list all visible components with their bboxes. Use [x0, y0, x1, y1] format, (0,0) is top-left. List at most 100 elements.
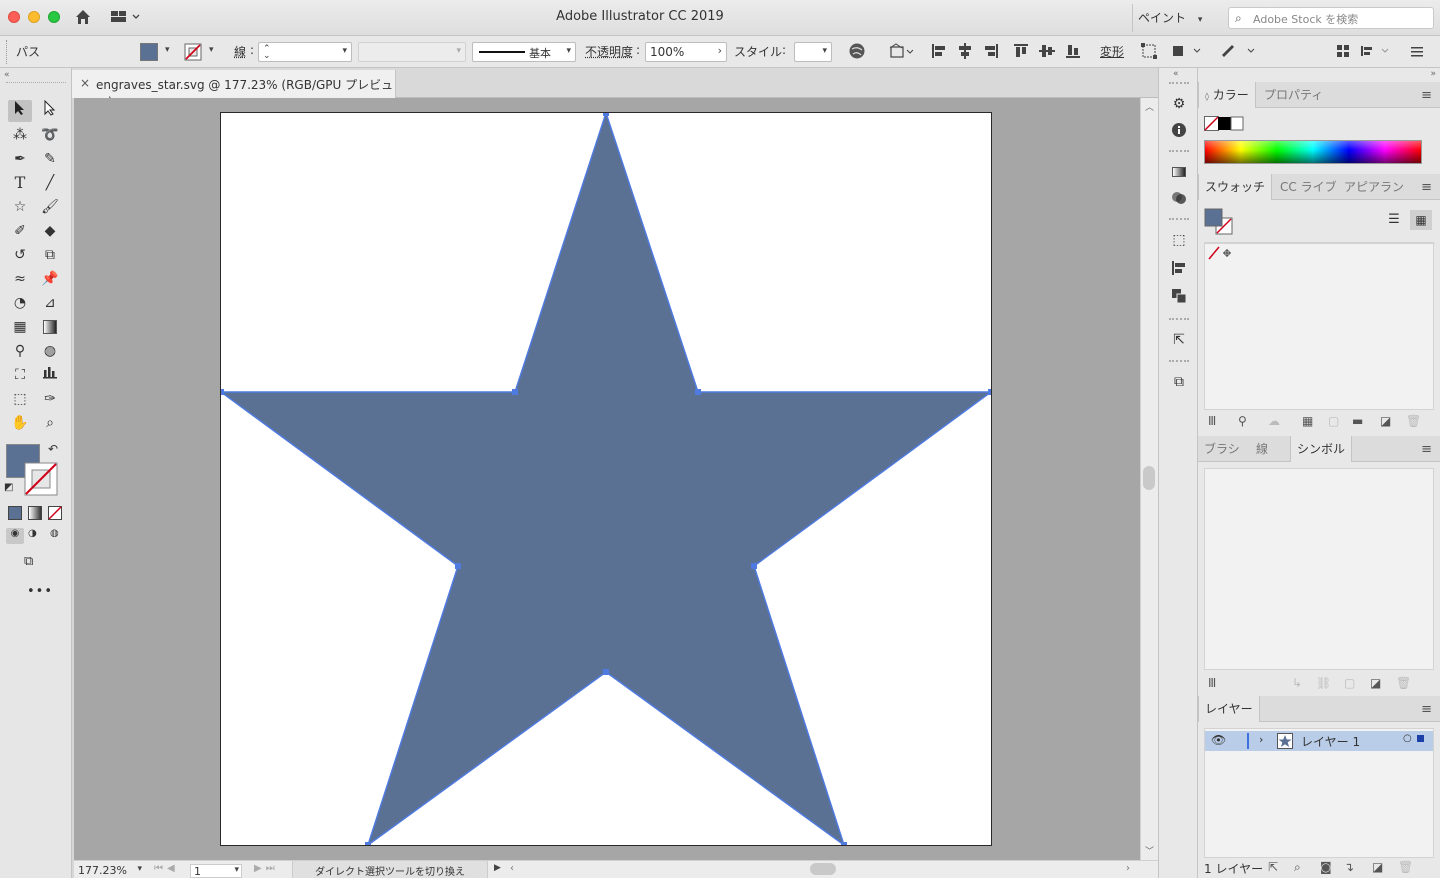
stroke-weight-field[interactable]: ⌃ ⌄ ▾ — [258, 42, 352, 62]
star-tool-icon[interactable]: ☆ — [8, 196, 32, 218]
edit-toolbar-icon[interactable]: ••• — [27, 584, 53, 599]
variable-width-dropdown[interactable]: ▾ — [358, 42, 466, 62]
close-icon[interactable]: × — [80, 76, 90, 90]
color-spectrum[interactable] — [1204, 140, 1422, 164]
eye-icon[interactable]: 👁 — [1211, 733, 1226, 747]
star-path[interactable] — [221, 113, 991, 845]
default-fill-stroke-icon[interactable]: ◩ — [4, 482, 13, 493]
align-bottom-icon[interactable] — [1062, 42, 1084, 62]
blend-icon[interactable]: ◍ — [38, 340, 62, 362]
symbol-options-icon[interactable]: ▢ — [1344, 676, 1355, 690]
stock-search-input[interactable]: ⌕ Adobe Stock を検索 — [1228, 7, 1434, 29]
lasso-icon[interactable]: ➰ — [38, 124, 62, 146]
new-symbol-icon[interactable]: ◪ — [1370, 676, 1381, 690]
gear-icon[interactable]: ⚙ — [1169, 94, 1189, 114]
scroll-up-icon[interactable]: ︿ — [1145, 100, 1154, 113]
color-mode-icon[interactable] — [8, 506, 22, 520]
trash-icon[interactable]: 🗑 — [1406, 414, 1421, 428]
selection-tool-icon[interactable] — [8, 100, 32, 122]
swatch-libraries-icon[interactable]: Ⅲ — [1208, 414, 1216, 428]
grip-handle[interactable] — [1169, 218, 1189, 220]
align-panel-icon[interactable] — [1169, 260, 1189, 280]
envelope-distort-icon[interactable] — [1170, 42, 1204, 62]
new-sublayer-icon[interactable]: ↴ — [1344, 860, 1354, 874]
symbol-libraries-icon[interactable]: Ⅲ — [1208, 676, 1216, 690]
vertical-scroll-thumb[interactable] — [1143, 466, 1155, 490]
zoom-dropdown[interactable]: 177.23% ▾ — [78, 864, 144, 878]
isolate-icon[interactable] — [1138, 42, 1160, 62]
status-info[interactable]: ダイレクト選択ツールを切り換え — [292, 861, 488, 878]
list-view-icon[interactable]: ☰ — [1384, 210, 1404, 230]
vertical-scrollbar[interactable]: ︿ ﹀ — [1140, 98, 1158, 860]
tab-symbols[interactable]: シンボル — [1290, 436, 1353, 462]
status-menu-icon[interactable]: ▶ — [494, 863, 501, 873]
color-group-icon[interactable]: ▢ — [1328, 414, 1339, 428]
grip-handle[interactable] — [1169, 318, 1189, 320]
menu-icon[interactable]: ≡ — [1421, 88, 1432, 103]
draw-inside-icon[interactable]: ◍ — [50, 528, 59, 539]
tab-stroke[interactable]: 線 — [1250, 436, 1274, 462]
layer-name[interactable]: レイヤー 1 — [1301, 733, 1360, 750]
scroll-down-icon[interactable]: ﹀ — [1145, 844, 1154, 857]
chevron-right-icon[interactable]: › — [1259, 733, 1263, 746]
star-artwork[interactable] — [221, 113, 991, 845]
grid-view-icon[interactable]: ▦ — [1410, 210, 1432, 230]
layer-row[interactable]: 👁 › レイヤー 1 ○ — [1205, 731, 1433, 751]
stroke-label[interactable]: 線 — [234, 43, 246, 60]
target-icon[interactable]: ○ — [1403, 733, 1412, 744]
collapse-panel-icon[interactable]: « — [4, 70, 10, 80]
width-tool-icon[interactable]: ≈ — [8, 268, 32, 290]
zoom-window-button[interactable] — [48, 11, 60, 23]
collect-export-icon[interactable]: ⇱ — [1268, 860, 1278, 874]
direct-selection-icon[interactable] — [38, 99, 62, 122]
document-setup-icon[interactable] — [888, 42, 916, 62]
expand-panels-icon[interactable]: » — [1430, 69, 1436, 79]
align-left-icon[interactable] — [928, 42, 950, 62]
minimize-window-button[interactable] — [28, 11, 40, 23]
artboard-icon[interactable]: ⬚ — [8, 388, 32, 410]
hand-icon[interactable]: ✋ — [8, 412, 32, 434]
home-icon[interactable] — [74, 8, 92, 26]
align-center-vertical-icon[interactable] — [1036, 42, 1058, 62]
paintbrush-icon[interactable]: 🖌 — [38, 196, 62, 218]
perspective-grid-icon[interactable]: ⊿ — [38, 292, 62, 314]
show-kinds-icon[interactable]: ⚲ — [1238, 414, 1247, 428]
workspace-switcher[interactable]: ペイント ▾ — [1138, 9, 1202, 26]
artboard-next-last-icons[interactable]: ▶⏭ — [254, 863, 279, 874]
workspace-grid-icon[interactable] — [110, 9, 140, 25]
tab-appearance[interactable]: アピアラン — [1338, 174, 1410, 200]
recolor-globe-icon[interactable] — [846, 42, 868, 62]
puppet-warp-icon[interactable] — [1218, 42, 1258, 62]
brush-profile-dropdown[interactable]: 基本 ▾ — [472, 42, 576, 62]
line-segment-icon[interactable]: ╱ — [38, 172, 62, 194]
stroke-color-picker[interactable]: ▾ — [184, 43, 222, 61]
grip-handle[interactable] — [6, 82, 66, 84]
screen-mode-icon[interactable]: ⧉ — [24, 554, 33, 569]
shape-builder-icon[interactable]: ◔ — [8, 292, 32, 314]
opacity-field[interactable]: 100% › — [645, 42, 727, 62]
transform-panel-icon[interactable]: ⬚ — [1169, 230, 1189, 250]
align-center-horizontal-icon[interactable] — [954, 42, 976, 62]
symbol-sprayer-icon[interactable]: ⛶ — [8, 364, 32, 386]
new-layer-icon[interactable]: ◪ — [1372, 860, 1383, 874]
place-symbol-icon[interactable]: ↳ — [1292, 676, 1302, 690]
color-fill-stroke-mini[interactable] — [1204, 116, 1244, 132]
shaper-icon[interactable]: ✐ — [8, 220, 32, 242]
gradient-mode-icon[interactable] — [28, 506, 42, 520]
menu-icon[interactable]: ≡ — [1421, 442, 1432, 457]
fill-color-picker[interactable]: ▾ — [140, 43, 178, 61]
artboards-panel-icon[interactable]: ⧉ — [1169, 372, 1189, 392]
zoom-icon[interactable]: ⌕ — [38, 412, 62, 434]
mesh-icon[interactable]: ▦ — [8, 316, 32, 338]
tab-color[interactable]: ◊ カラー — [1198, 82, 1256, 108]
collapse-toggle-icon[interactable]: ◊ — [1205, 92, 1209, 101]
selection-indicator[interactable] — [1417, 735, 1424, 742]
clipping-mask-icon[interactable]: ◙ — [1320, 860, 1332, 874]
transparency-icon[interactable] — [1169, 190, 1189, 210]
eraser-icon[interactable]: ◆ — [38, 220, 62, 242]
break-link-icon[interactable]: ⛓ — [1316, 676, 1331, 690]
canvas[interactable] — [74, 98, 1140, 860]
align-right-icon[interactable] — [980, 42, 1002, 62]
tab-layers[interactable]: レイヤー — [1198, 696, 1260, 722]
swap-fill-stroke-icon[interactable]: ↶ — [48, 442, 58, 456]
